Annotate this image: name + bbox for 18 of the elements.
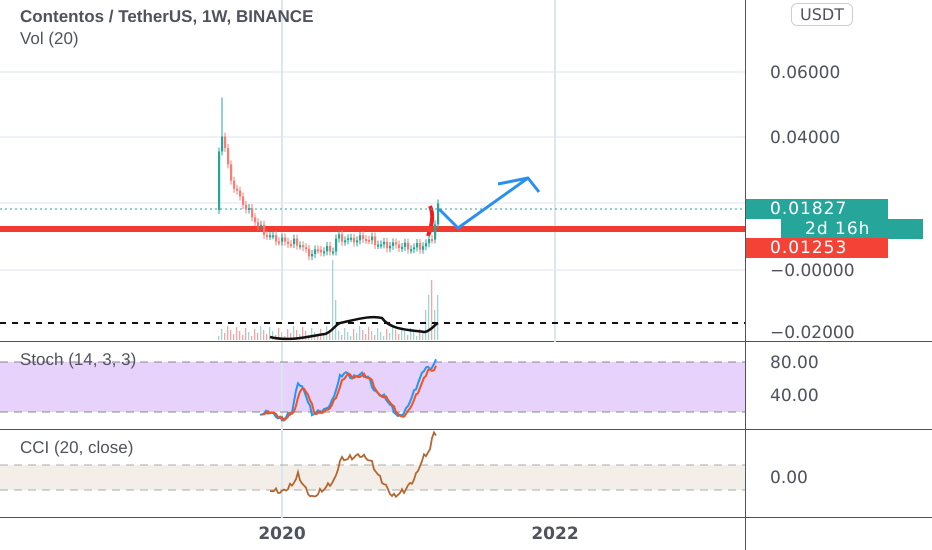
cci-label: CCI (20, close) <box>20 438 134 458</box>
price-tick-label: −0.02000 <box>770 323 855 343</box>
time-axis-label: 2020 <box>257 524 307 544</box>
currency-button[interactable]: USDT <box>791 3 853 26</box>
price-tick-label: 0.06000 <box>770 63 840 83</box>
highlight-stroke <box>426 205 434 237</box>
volume-label: Vol (20) <box>20 28 80 50</box>
time-axis-label: 2022 <box>530 524 580 544</box>
price-tick-label: −0.00000 <box>770 261 855 281</box>
stoch-tick-label: 80.00 <box>770 353 819 373</box>
stoch-tick-label: 40.00 <box>770 386 819 406</box>
price-tag: 0.01827 <box>746 199 888 219</box>
cci-tick-label: 0.00 <box>770 468 808 488</box>
price-tag: 2d 16h <box>781 219 923 239</box>
stoch-label: Stoch (14, 3, 3) <box>20 350 136 370</box>
symbol-title: Contentos / TetherUS, 1W, BINANCE <box>20 6 314 28</box>
price-tick-label: 0.04000 <box>770 128 840 148</box>
price-tag: 0.01253 <box>746 238 888 258</box>
